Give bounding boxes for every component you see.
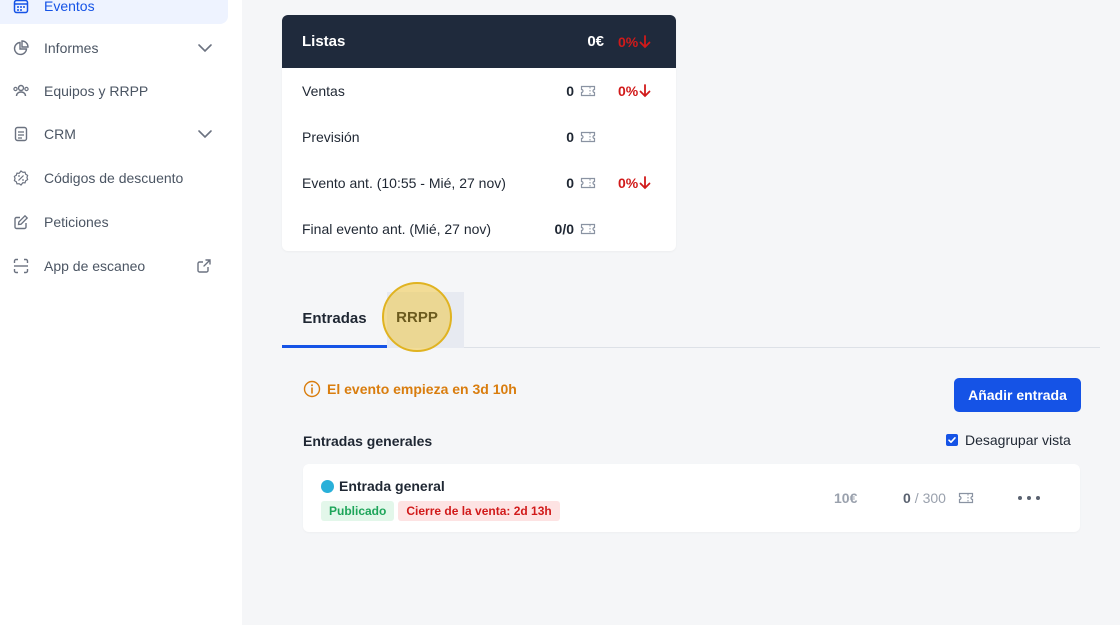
stats-row-prevision: Previsión 0 <box>282 114 676 160</box>
external-link-icon <box>196 258 212 274</box>
ticket-icon <box>580 222 596 236</box>
chart-pie-icon <box>12 39 30 57</box>
status-badge: Publicado <box>321 501 395 521</box>
sidebar-item-label: Informes <box>44 40 99 56</box>
stats-change-value: 0% <box>618 83 639 99</box>
sale-close-badge: Cierre de la venta: 2d 13h <box>398 501 560 521</box>
stats-amount: 0€ <box>587 33 604 50</box>
stats-row-value: 0/0 <box>554 221 574 237</box>
users-icon <box>12 82 30 100</box>
sidebar-item-eventos[interactable]: Eventos <box>0 0 228 24</box>
edit-icon <box>12 213 30 231</box>
sidebar-item-label: Eventos <box>44 0 95 14</box>
ticket-capacity: / 300 <box>914 490 946 506</box>
document-icon <box>12 125 30 143</box>
stats-change: 0% <box>618 34 656 50</box>
stats-change-value: 0% <box>618 33 639 50</box>
calendar-icon <box>12 0 30 15</box>
ticket-icon <box>580 84 596 98</box>
tab-entradas[interactable]: Entradas <box>282 292 387 348</box>
ticket-icon <box>580 176 596 190</box>
sidebar-item-peticiones[interactable]: Peticiones <box>0 204 228 240</box>
chevron-down-icon[interactable] <box>196 125 214 143</box>
tab-rrpp-highlight[interactable]: RRPP <box>382 282 452 352</box>
stats-change: 0% <box>618 175 656 191</box>
color-dot <box>321 479 334 493</box>
chevron-down-icon[interactable] <box>196 39 214 57</box>
sidebar-item-equipos[interactable]: Equipos y RRPP <box>0 73 228 109</box>
event-start-notice: El evento empieza en 3d 10h <box>303 380 517 398</box>
arrow-down-icon <box>639 84 651 98</box>
sidebar-item-label: Códigos de descuento <box>44 170 184 186</box>
arrow-down-icon <box>639 34 651 48</box>
ticket-price: 10€ <box>834 490 858 506</box>
stats-row-final-evento-ant: Final evento ant. (Mié, 27 nov) 0/0 <box>282 206 676 251</box>
stats-row-label: Ventas <box>302 83 345 99</box>
ungroup-view-toggle[interactable]: Desagrupar vista <box>946 432 1071 448</box>
info-icon <box>303 380 321 398</box>
sidebar-item-label: Peticiones <box>44 214 109 230</box>
stats-row-value: 0 <box>566 129 574 145</box>
sidebar-item-label: CRM <box>44 126 76 142</box>
stats-change-value: 0% <box>618 175 639 191</box>
sidebar-item-informes[interactable]: Informes <box>0 30 228 66</box>
stats-row-label: Final evento ant. (Mié, 27 nov) <box>302 221 492 237</box>
ticket-type-name: Entrada general <box>321 478 445 494</box>
ticket-stock: 0 / 300 <box>903 490 974 506</box>
sales-stats-card: Listas 0€ 0% Ventas 0 0% Previsión 0 Eve… <box>282 15 676 251</box>
event-start-text: El evento empieza en 3d 10h <box>327 381 517 397</box>
stats-row-label: Evento ant. (10:55 - Mié, 27 nov) <box>302 175 506 191</box>
sidebar: Eventos Informes Equipos y RRPP CRM Códi… <box>0 0 242 625</box>
ticket-icon <box>958 491 974 505</box>
section-title: Entradas generales <box>303 433 433 449</box>
discount-badge-icon <box>12 169 30 187</box>
more-options-icon[interactable] <box>1018 491 1040 505</box>
stats-title: Listas <box>302 33 346 50</box>
ticket-icon <box>580 130 596 144</box>
sidebar-item-label: Equipos y RRPP <box>44 83 149 99</box>
add-ticket-button[interactable]: Añadir entrada <box>954 378 1081 412</box>
sidebar-item-label: App de escaneo <box>44 258 146 274</box>
ungroup-label: Desagrupar vista <box>965 432 1071 448</box>
ticket-sold: 0 <box>903 490 911 506</box>
stats-row-ventas: Ventas 0 0% <box>282 68 676 114</box>
sidebar-item-crm[interactable]: CRM <box>0 116 228 152</box>
arrow-down-icon <box>639 176 651 190</box>
ticket-type-label: Entrada general <box>339 478 445 494</box>
ticket-type-card[interactable]: Entrada general Publicado Cierre de la v… <box>303 464 1080 532</box>
ticket-badges: Publicado Cierre de la venta: 2d 13h <box>321 501 560 521</box>
stats-row-evento-ant: Evento ant. (10:55 - Mié, 27 nov) 0 0% <box>282 160 676 206</box>
ungroup-checkbox[interactable] <box>946 434 958 446</box>
sidebar-item-app-escaneo[interactable]: App de escaneo <box>0 248 228 284</box>
check-icon <box>948 437 956 443</box>
stats-row-value: 0 <box>566 175 574 191</box>
stats-header: Listas 0€ 0% <box>282 15 676 68</box>
stats-row-label: Previsión <box>302 129 360 145</box>
scan-icon <box>12 257 30 275</box>
stats-row-value: 0 <box>566 83 574 99</box>
sidebar-item-codigos[interactable]: Códigos de descuento <box>0 160 228 196</box>
stats-change: 0% <box>618 83 656 99</box>
